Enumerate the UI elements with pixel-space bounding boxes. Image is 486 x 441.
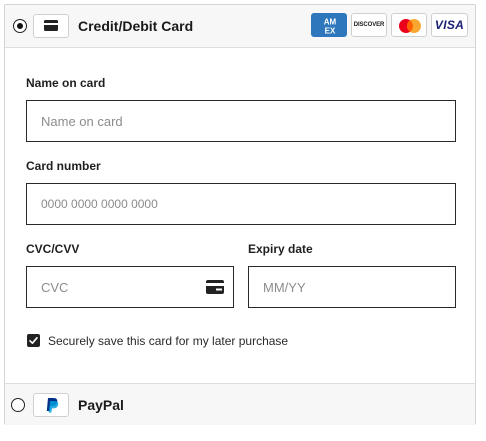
cvc-field[interactable]: [26, 266, 234, 308]
card-number-label: Card number: [26, 159, 101, 173]
save-card-label[interactable]: Securely save this card for my later pur…: [48, 334, 288, 348]
name-on-card-input[interactable]: [27, 101, 455, 141]
paypal-logo-icon: [33, 393, 69, 417]
mastercard-logo-icon: [391, 13, 427, 37]
expiry-date-field[interactable]: [248, 266, 456, 308]
credit-card-radio[interactable]: [13, 19, 27, 33]
credit-card-option-label: Credit/Debit Card: [78, 18, 194, 34]
svg-text:AM: AM: [324, 18, 337, 27]
cvc-input[interactable]: [27, 267, 233, 307]
discover-logo-icon: DISCOVER: [351, 13, 387, 37]
name-on-card-label: Name on card: [26, 76, 106, 90]
payment-method-panel: Credit/Debit Card AM EX DISCOVER VISA Na…: [4, 4, 476, 425]
expiry-date-label: Expiry date: [248, 242, 313, 256]
paypal-option-row[interactable]: PayPal: [5, 383, 475, 425]
visa-logo-text: VISA: [434, 18, 465, 32]
amex-logo-icon: AM EX: [311, 13, 347, 37]
paypal-option-label: PayPal: [78, 397, 124, 413]
card-back-icon: [206, 280, 224, 299]
expiry-date-input[interactable]: [249, 267, 455, 307]
credit-card-option-header[interactable]: Credit/Debit Card AM EX DISCOVER VISA: [5, 5, 475, 48]
save-card-checkbox[interactable]: [27, 334, 40, 347]
visa-logo-icon: VISA: [431, 13, 468, 37]
name-on-card-field[interactable]: [26, 100, 456, 142]
svg-text:EX: EX: [325, 27, 336, 36]
credit-card-icon: [33, 14, 69, 38]
discover-logo-text: DISCOVER: [353, 22, 385, 28]
card-number-input[interactable]: [27, 184, 455, 224]
cvc-label: CVC/CVV: [26, 242, 80, 256]
card-number-field[interactable]: [26, 183, 456, 225]
check-icon: [29, 337, 38, 344]
paypal-radio[interactable]: [11, 398, 25, 412]
